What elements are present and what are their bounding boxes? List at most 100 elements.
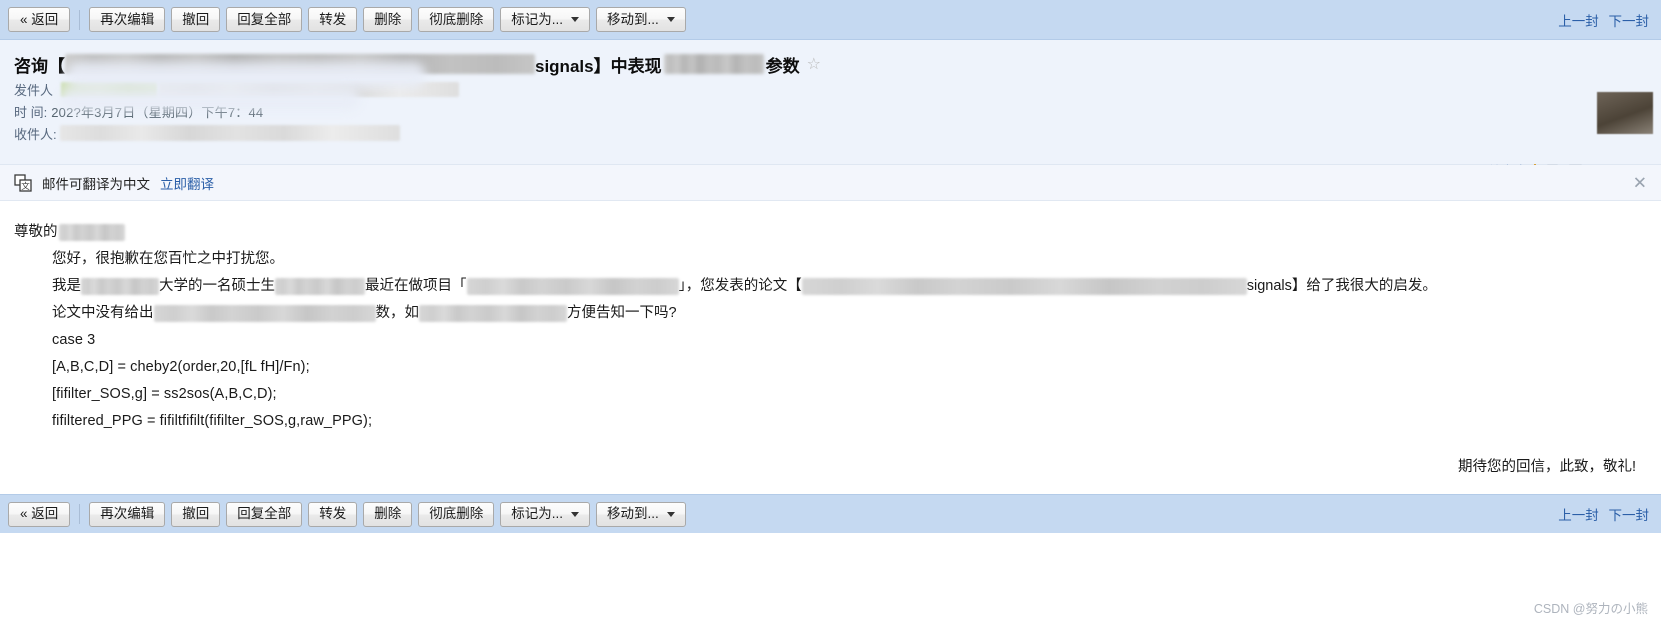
toolbar-separator [79,9,81,30]
forward-label: 转发 [319,506,347,522]
chevron-down-icon [571,511,580,517]
delete-permanently-button[interactable]: 彻底删除 [418,7,495,32]
time-label: 时 间: [14,104,48,120]
move-to-button-bottom[interactable]: 移动到... [596,501,686,527]
move-to-label: 移动到... [607,11,659,27]
translate-bar: 文 邮件可翻译为中文 立即翻译 ✕ [0,165,1661,201]
translate-icon: 文 [14,173,32,192]
intro-a: 我是 [52,278,81,294]
reply-all-button[interactable]: 回复全部 [226,7,303,32]
delete-label: 删除 [374,11,402,27]
question-line: 论文中没有给出 数，如 方便告知一下吗? [14,300,1661,327]
salutation-redaction [58,224,125,241]
back-button[interactable]: « 返回 [8,7,71,32]
delete-permanently-label: 彻底删除 [429,11,484,27]
intro-redaction-1 [81,278,159,295]
forward-button[interactable]: 转发 [308,7,358,32]
chevron-down-icon [571,17,580,22]
delete-label: 删除 [374,506,402,522]
sender-redaction [61,81,158,97]
next-mail-link[interactable]: 下一封 [1609,508,1650,523]
prev-mail-link[interactable]: 上一封 [1558,508,1599,523]
forward-button-bottom[interactable]: 转发 [308,501,358,527]
translate-now-link[interactable]: 立即翻译 [160,173,214,193]
edit-again-label: 再次编辑 [100,11,155,27]
svg-text:文: 文 [21,181,30,192]
recipient-row: 收件人: [14,122,1661,144]
delete-button[interactable]: 删除 [363,7,413,32]
prev-mail-link[interactable]: 上一封 [1558,14,1599,29]
subject-suffix: 参数 [765,56,800,76]
question-a: 论文中没有给出 [52,305,154,321]
forward-label: 转发 [319,11,347,27]
code-text: fifiltered_PPG = fifiltfifilt(fifilter_S… [52,413,373,429]
avatar [1597,92,1653,134]
next-mail-link[interactable]: 下一封 [1609,14,1650,29]
salutation-text: 尊敬的 [14,224,58,240]
edit-again-label: 再次编辑 [100,506,155,522]
mark-as-button-bottom[interactable]: 标记为... [500,501,591,527]
sender-label: 发件人 [14,82,54,98]
sender-row: 发件人 [14,78,1661,100]
code-line: [A,B,C,D] = cheby2(order,20,[fL fH]/Fn); [14,354,1661,381]
question-redaction-1 [153,305,376,322]
back-button-label: « 返回 [20,11,59,27]
intro-redaction-2 [275,278,365,295]
intro-line: 我是 大学的一名硕士生 最近在做项目「 」，您发表的论文【 signals】给了… [14,273,1661,300]
subject-redaction-1 [65,54,535,74]
recall-label: 撤回 [182,506,210,522]
translate-text: 邮件可翻译为中文 [42,176,150,192]
mail-body: 尊敬的 您好，很抱歉在您百忙之中打扰您。 我是 大学的一名硕士生 最近在做项目「… [0,201,1661,494]
mark-as-button[interactable]: 标记为... [500,7,591,32]
intro-b: 大学的一名硕士生 [159,278,275,294]
question-b: 数，如 [375,305,420,321]
star-icon[interactable]: ☆ [807,54,821,74]
subject-prefix: 咨询【 [14,56,65,76]
delete-button-bottom[interactable]: 删除 [363,501,413,527]
reply-all-label: 回复全部 [237,11,292,27]
move-to-button[interactable]: 移动到... [596,7,686,32]
back-button-label: « 返回 [20,506,59,522]
recall-button[interactable]: 撤回 [171,7,221,32]
intro-redaction-4 [801,278,1247,295]
move-to-label: 移动到... [607,506,659,522]
mark-as-label: 标记为... [511,506,564,522]
intro-redaction-3 [466,278,679,295]
greeting-text: 您好，很抱歉在您百忙之中打扰您。 [52,251,284,267]
recall-button-bottom[interactable]: 撤回 [171,501,221,527]
edit-again-button[interactable]: 再次编辑 [89,7,166,32]
subject-redaction-2 [663,54,764,74]
recall-label: 撤回 [182,11,210,27]
code-line: fifiltered_PPG = fifiltfifilt(fifilter_S… [14,408,1661,435]
time-row: 时 间: 202?年3月7日（星期四）下午7：44 [14,100,1661,122]
code-line: case 3 [14,327,1661,354]
close-icon[interactable]: ✕ [1633,174,1647,191]
reply-all-label: 回复全部 [237,506,292,522]
question-redaction-2 [419,305,567,322]
toolbar-separator [79,504,81,524]
code-text: [fifilter_SOS,g] = ss2sos(A,B,C,D); [52,386,277,402]
chevron-down-icon [666,511,675,517]
back-button-bottom[interactable]: « 返回 [8,501,71,527]
edit-again-button-bottom[interactable]: 再次编辑 [89,501,166,527]
code-line: [fifilter_SOS,g] = ss2sos(A,B,C,D); [14,381,1661,408]
sender-redaction-2 [159,81,460,97]
mail-navigation: 上一封 下一封 [1558,10,1649,30]
closing-line: 期待您的回信，此致，敬礼! [1457,459,1636,475]
watermark: CSDN @努力の小熊 [1533,602,1648,616]
chevron-down-icon [666,17,675,22]
time-value: 202?年3月7日（星期四）下午7：44 [51,104,264,120]
intro-d: 」，您发表的论文【 [678,278,802,294]
delete-permanently-button-bottom[interactable]: 彻底删除 [418,501,495,527]
code-text: case 3 [52,332,96,348]
delete-permanently-label: 彻底删除 [429,506,484,522]
greeting-line: 您好，很抱歉在您百忙之中打扰您。 [14,246,1661,273]
mail-subject: 咨询【 signals】中表现 参数 ☆ [14,50,1661,78]
mark-as-label: 标记为... [511,11,564,27]
recipient-redaction [59,125,400,141]
question-c: 方便告知一下吗? [567,305,677,321]
intro-e: signals】给了我很大的启发。 [1246,278,1437,294]
reply-all-button-bottom[interactable]: 回复全部 [226,501,303,527]
salutation-line: 尊敬的 [14,219,1661,246]
mail-navigation-bottom: 上一封 下一封 [1558,504,1649,524]
